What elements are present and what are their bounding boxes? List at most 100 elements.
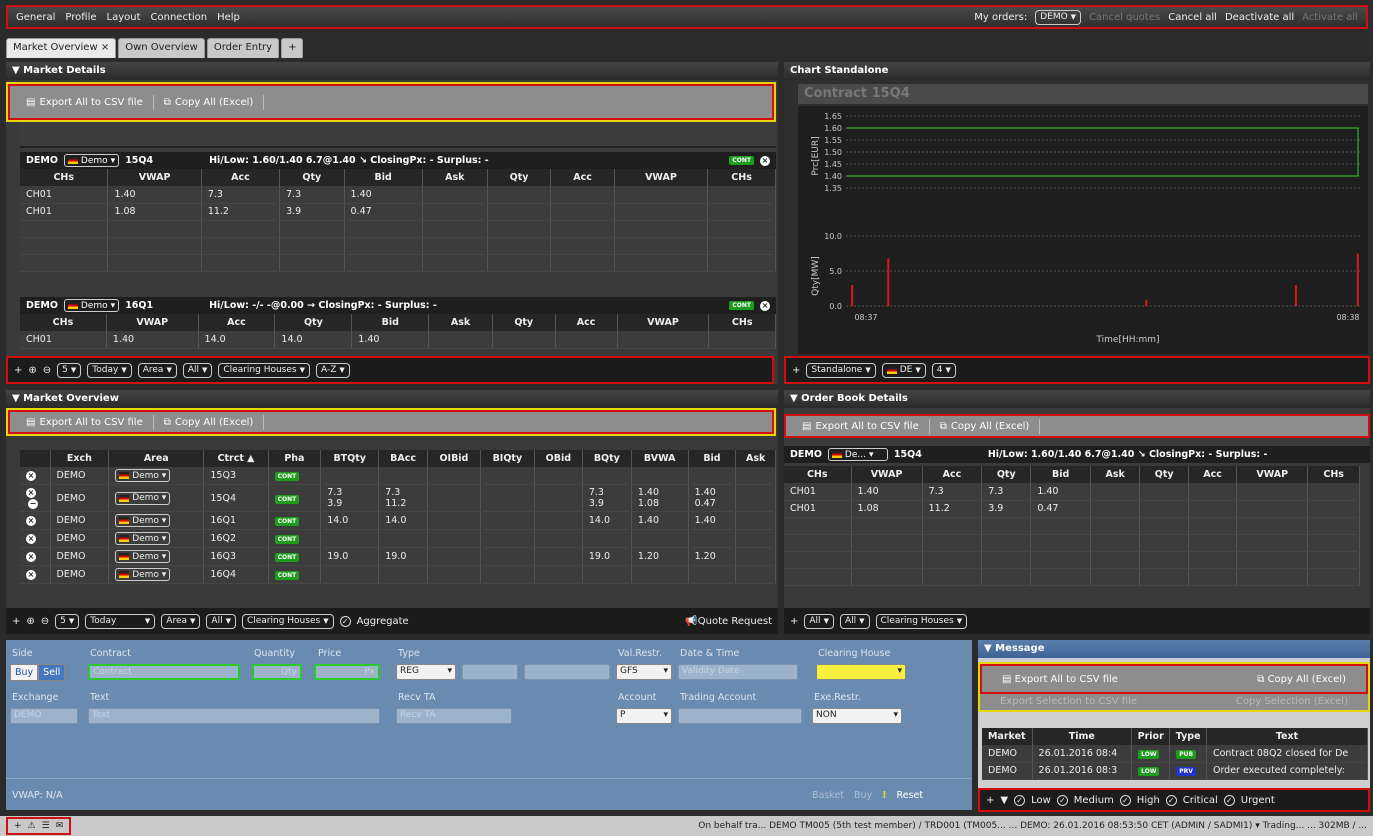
column-header[interactable]: VWAP: [107, 169, 202, 186]
column-header[interactable]: Acc: [555, 314, 618, 331]
table-row[interactable]: [20, 237, 776, 255]
copy-all-button[interactable]: ⧉ Copy All (Excel): [930, 418, 1041, 434]
column-header[interactable]: Bid: [351, 314, 430, 331]
table-row[interactable]: [784, 534, 1360, 552]
column-header[interactable]: CHs: [20, 169, 109, 186]
my-orders-dropdown[interactable]: DEMO ▼: [1035, 9, 1082, 25]
add-icon[interactable]: +: [792, 365, 800, 376]
column-header[interactable]: Time: [1032, 728, 1133, 745]
column-header[interactable]: Market: [982, 728, 1033, 745]
clearing-house-select[interactable]: ▾: [816, 664, 906, 680]
column-header[interactable]: Ask: [428, 314, 493, 331]
table-row[interactable]: DEMO 26.01.2016 08:4 LOW PUB Contract 08Q2 c…: [982, 745, 1369, 763]
export-csv-button[interactable]: ▤ Export All to CSV file: [792, 418, 930, 434]
add-icon[interactable]: +: [14, 365, 22, 376]
chart-mode-dropdown[interactable]: Standalone ▼: [806, 362, 876, 378]
collapse-icon[interactable]: −: [28, 499, 38, 509]
table-row[interactable]: [20, 254, 776, 272]
column-header[interactable]: Qty: [492, 314, 556, 331]
filter-checkbox-high[interactable]: ✓: [1119, 794, 1131, 806]
tab-market-overview[interactable]: Market Overview ×: [6, 38, 117, 58]
column-header[interactable]: OIBid: [427, 450, 481, 467]
column-header[interactable]: BQty: [582, 450, 632, 467]
export-csv-button[interactable]: ▤ Export All to CSV file: [16, 94, 154, 110]
tab-own-overview[interactable]: Own Overview: [118, 38, 205, 58]
column-header[interactable]: Ask: [422, 169, 488, 186]
exchange-select[interactable]: DEMO: [10, 708, 78, 724]
exerestr-select[interactable]: NON ▾: [812, 708, 902, 724]
menu-help[interactable]: Help: [217, 12, 240, 23]
valrestr-select[interactable]: GFS ▾: [616, 664, 672, 680]
price-input[interactable]: Px: [314, 664, 380, 680]
column-header[interactable]: Text: [1206, 728, 1369, 745]
column-header[interactable]: Ask: [1090, 466, 1141, 483]
contract-input[interactable]: Contract: [88, 664, 240, 680]
all-dropdown[interactable]: All ▼: [182, 362, 213, 378]
zoom-in-icon[interactable]: ⊕: [28, 365, 36, 376]
add-icon[interactable]: +: [986, 795, 994, 806]
table-row[interactable]: × DEMO Demo ▾ 15Q3 CONT: [20, 467, 776, 485]
column-header[interactable]: Exch: [50, 450, 110, 467]
zoom-out-icon[interactable]: ⊖: [41, 616, 49, 627]
clearing-houses-dropdown[interactable]: Clearing Houses ▼: [218, 362, 310, 378]
copy-all-button[interactable]: ⧉ Copy All (Excel): [154, 94, 265, 110]
table-row[interactable]: [20, 220, 776, 238]
table-row[interactable]: CH01 1.40 14.0 14.0 1.40: [20, 331, 776, 349]
list-icon[interactable]: ☰: [42, 821, 50, 831]
type-select[interactable]: REG ▾: [396, 664, 456, 680]
depth-dropdown[interactable]: 5 ▼: [57, 362, 82, 378]
column-header[interactable]: Qty: [279, 169, 345, 186]
table-row[interactable]: ×− DEMO Demo ▾ 15Q4 CONT 7.3 3.9 7.3 11.2 7.3 3…: [20, 484, 776, 512]
text-input[interactable]: Text: [88, 708, 380, 724]
add-icon[interactable]: +: [12, 616, 20, 627]
column-header[interactable]: Ask: [735, 450, 776, 467]
column-header[interactable]: Bid: [1030, 466, 1091, 483]
close-icon[interactable]: ×: [760, 155, 770, 166]
table-row[interactable]: × DEMO Demo ▾ 16Q4 CONT: [20, 565, 776, 584]
table-row[interactable]: CH01 1.40 7.3 7.3 1.40: [784, 483, 1360, 501]
menu-connection[interactable]: Connection: [151, 12, 208, 23]
column-header[interactable]: CHs: [708, 314, 776, 331]
sort-dropdown[interactable]: A-Z ▼: [316, 362, 350, 378]
column-header[interactable]: Type: [1169, 728, 1207, 745]
column-header[interactable]: Acc: [550, 169, 615, 186]
buy-toggle[interactable]: Buy: [10, 664, 39, 681]
column-header[interactable]: VWAP: [617, 314, 710, 331]
area-dropdown[interactable]: Demo ▾: [115, 532, 171, 545]
type-extra-input-2[interactable]: [524, 664, 610, 680]
column-header[interactable]: VWAP: [614, 169, 709, 186]
filter-checkbox-low[interactable]: ✓: [1014, 794, 1026, 806]
column-header[interactable]: CHs: [20, 314, 107, 331]
chart-depth-dropdown[interactable]: 4 ▼: [931, 362, 956, 378]
table-row[interactable]: × DEMO Demo ▾ 16Q3 CONT 19.0 19.0 19.0 1.20 1.20: [20, 547, 776, 566]
column-header[interactable]: Ctrct ▲: [203, 450, 269, 467]
area-dropdown[interactable]: Demo ▾: [115, 469, 171, 482]
column-header[interactable]: Qty: [981, 466, 1032, 483]
table-row[interactable]: [784, 551, 1360, 569]
all-dropdown-2[interactable]: All ▼: [839, 613, 870, 629]
account-select[interactable]: P ▾: [616, 708, 672, 724]
day-dropdown[interactable]: Today ▼: [87, 362, 132, 378]
column-header[interactable]: Acc: [1188, 466, 1238, 483]
copy-all-button[interactable]: ⧉ Copy All (Excel): [154, 414, 265, 430]
column-header[interactable]: Area: [108, 450, 205, 467]
clearing-houses-dropdown[interactable]: Clearing Houses ▼: [241, 613, 334, 629]
export-csv-button[interactable]: ▤ Export All to CSV file: [16, 414, 154, 430]
table-row[interactable]: [784, 517, 1360, 535]
column-header[interactable]: Qty: [1139, 466, 1189, 483]
column-header[interactable]: Prior: [1131, 728, 1171, 745]
column-header[interactable]: Acc: [922, 466, 983, 483]
column-header[interactable]: Acc: [198, 314, 276, 331]
area-filter-dropdown[interactable]: Area ▼: [161, 613, 201, 629]
quantity-input[interactable]: Qty: [252, 664, 302, 680]
column-header[interactable]: BIQty: [480, 450, 535, 467]
column-header[interactable]: Pha: [268, 450, 322, 467]
warning-icon[interactable]: ⚠: [28, 821, 36, 831]
filter-checkbox-medium[interactable]: ✓: [1056, 794, 1068, 806]
close-icon[interactable]: ×: [26, 534, 36, 544]
type-extra-input[interactable]: [462, 664, 518, 680]
table-row[interactable]: [784, 568, 1360, 586]
add-icon[interactable]: +: [790, 616, 798, 627]
column-header[interactable]: VWAP: [851, 466, 923, 483]
tab-order-entry[interactable]: Order Entry: [206, 38, 280, 58]
